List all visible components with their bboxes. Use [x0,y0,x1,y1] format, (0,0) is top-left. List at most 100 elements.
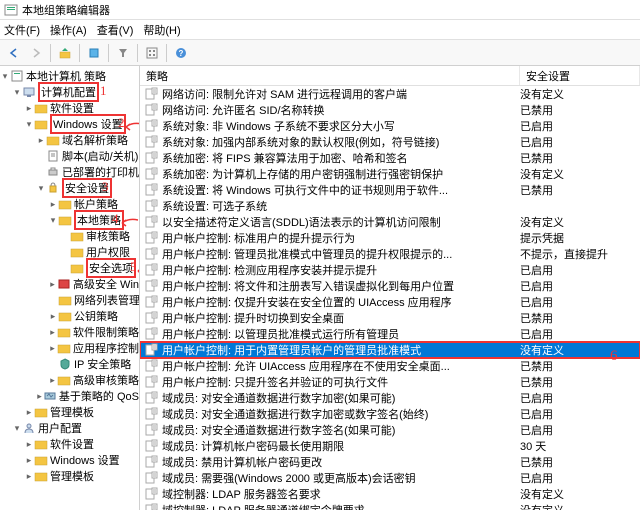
tree-name-resolution[interactable]: ▸ 域名解析策略 [0,132,139,148]
policy-item-icon [144,167,158,181]
policy-row[interactable]: 系统加密: 将 FIPS 兼容算法用于加密、哈希和签名 已禁用 [140,150,640,166]
policy-row[interactable]: 用户帐户控制: 将文件和注册表写入错误虚拟化到每用户位置 已启用 [140,278,640,294]
script-icon [46,149,60,163]
policy-row[interactable]: 用户帐户控制: 检测应用程序安装并提示提升 已启用 [140,262,640,278]
chevron-down-icon[interactable]: ▾ [12,87,22,98]
column-policy[interactable]: 策略 [140,66,520,85]
tree-app-control[interactable]: ▸ 应用程序控制 [0,340,139,356]
policy-row[interactable]: 用户帐户控制: 以管理员批准模式运行所有管理员 已启用 [140,326,640,342]
tree-security-options[interactable]: 安全选项 5 [0,260,139,276]
chevron-right-icon[interactable]: ▸ [48,343,57,354]
chevron-right-icon[interactable]: ▸ [48,311,58,322]
tree-user-software[interactable]: ▸ 软件设置 [0,436,139,452]
menu-view[interactable]: 查看(V) [97,22,134,38]
policy-row[interactable]: 网络访问: 限制允许对 SAM 进行远程调用的客户端 没有定义 [140,86,640,102]
filter-button[interactable] [113,43,133,63]
policy-row[interactable]: 网络访问: 允许匿名 SID/名称转换 已禁用 [140,102,640,118]
policy-row[interactable]: 系统对象: 非 Windows 子系统不要求区分大小写 已启用 [140,118,640,134]
tree-user-admin-templates[interactable]: ▸ 管理模板 [0,468,139,484]
tree-audit-policy[interactable]: 审核策略 [0,228,139,244]
policy-name: 用户帐户控制: 用于内置管理员帐户的管理员批准模式 [162,342,520,358]
policy-row[interactable]: 用户帐户控制: 管理员批准模式中管理员的提升权限提示的... 不提示，直接提升 [140,246,640,262]
tree-advanced-win[interactable]: ▸ 高级安全 Win [0,276,139,292]
export-button[interactable] [84,43,104,63]
chevron-right-icon[interactable]: ▸ [24,103,34,114]
policy-row[interactable]: 系统对象: 加强内部系统对象的默认权限(例如，符号链接) 已启用 [140,134,640,150]
menu-help[interactable]: 帮助(H) [143,22,180,38]
help-button[interactable]: ? [171,43,191,63]
chevron-right-icon[interactable]: ▸ [48,327,57,338]
policy-item-icon [144,455,158,469]
column-setting[interactable]: 安全设置 [520,66,640,85]
forward-button[interactable] [26,43,46,63]
list-body[interactable]: 网络访问: 限制允许对 SAM 进行远程调用的客户端 没有定义 网络访问: 允许… [140,86,640,510]
folder-icon [70,229,84,243]
tree-local-policies[interactable]: ▾ 本地策略 4 [0,212,139,228]
tree-public-key[interactable]: ▸ 公钥策略 [0,308,139,324]
policy-row[interactable]: 域成员: 计算机帐户密码最长使用期限 30 天 [140,438,640,454]
policy-setting: 30 天 [520,438,640,454]
up-button[interactable] [55,43,75,63]
tree-scripts[interactable]: 脚本(启动/关机) [0,148,139,164]
chevron-down-icon[interactable]: ▾ [24,119,34,130]
policy-row[interactable]: 用户帐户控制: 标准用户的提升提示行为 提示凭据 [140,230,640,246]
tree-computer-config[interactable]: ▾ 计算机配置 1 [0,84,139,100]
list-header: 策略 安全设置 [140,66,640,86]
chevron-right-icon[interactable]: ▸ [24,439,34,450]
chevron-right-icon[interactable]: ▸ [24,455,34,466]
policy-setting: 已禁用 [520,102,640,118]
tree-user-config[interactable]: ▾ 用户配置 [0,420,139,436]
chevron-down-icon[interactable]: ▾ [0,71,10,82]
folder-icon [34,437,48,451]
chevron-right-icon[interactable]: ▸ [24,471,34,482]
policy-row[interactable]: 域成员: 禁用计算机帐户密码更改 已禁用 [140,454,640,470]
policy-row[interactable]: 系统设置: 可选子系统 [140,198,640,214]
policy-row[interactable]: 域成员: 对安全通道数据进行数字签名(如果可能) 已启用 [140,422,640,438]
chevron-down-icon[interactable]: ▾ [12,423,22,434]
chevron-down-icon[interactable]: ▾ [48,215,58,226]
policy-row[interactable]: 用户帐户控制: 提升时切换到安全桌面 已禁用 [140,310,640,326]
tree-qos[interactable]: ▸ 基于策略的 QoS [0,388,139,404]
chevron-right-icon[interactable]: ▸ [36,135,46,146]
policy-row[interactable]: 域成员: 对安全通道数据进行数字加密(如果可能) 已启用 [140,390,640,406]
policy-row[interactable]: 用户帐户控制: 只提升签名并验证的可执行文件 已禁用 [140,374,640,390]
policy-setting: 已启用 [520,294,640,310]
policy-name: 域控制器: LDAP 服务器通道绑定令牌要求 [162,502,520,510]
tree-security-settings[interactable]: ▾ 安全设置 3 [0,180,139,196]
refresh-button[interactable] [142,43,162,63]
chevron-right-icon[interactable]: ▸ [48,375,57,386]
chevron-right-icon[interactable]: ▸ [48,279,57,290]
policy-row[interactable]: 用户帐户控制: 允许 UIAccess 应用程序在不使用安全桌面... 已禁用 [140,358,640,374]
policy-row[interactable]: 用户帐户控制: 仅提升安装在安全位置的 UIAccess 应用程序 已启用 [140,294,640,310]
tree-ip-security[interactable]: IP 安全策略 [0,356,139,372]
policy-icon [10,69,24,83]
policy-item-icon [144,199,158,213]
menu-action[interactable]: 操作(A) [50,22,87,38]
policy-row[interactable]: 域控制器: LDAP 服务器签名要求 没有定义 [140,486,640,502]
tree-software-restriction[interactable]: ▸ 软件限制策略 [0,324,139,340]
policy-row[interactable]: 用户帐户控制: 用于内置管理员帐户的管理员批准模式 没有定义 [140,342,640,358]
policy-setting: 已禁用 [520,358,640,374]
policy-name: 网络访问: 限制允许对 SAM 进行远程调用的客户端 [162,86,520,102]
tree-admin-templates[interactable]: ▸ 管理模板 [0,404,139,420]
chevron-right-icon[interactable]: ▸ [24,407,34,418]
annotation-4: 4 [112,211,119,227]
policy-row[interactable]: 系统设置: 将 Windows 可执行文件中的证书规则用于软件... 已禁用 [140,182,640,198]
chevron-right-icon[interactable]: ▸ [48,199,58,210]
chevron-down-icon[interactable]: ▾ [36,183,46,194]
policy-row[interactable]: 域成员: 对安全通道数据进行数字加密或数字签名(始终) 已启用 [140,406,640,422]
tree-advanced-audit[interactable]: ▸ 高级审核策略 [0,372,139,388]
tree-windows-settings[interactable]: ▾ Windows 设置 2 [0,116,139,132]
tree-user-windows[interactable]: ▸ Windows 设置 [0,452,139,468]
policy-row[interactable]: 系统加密: 为计算机上存储的用户密钥强制进行强密钥保护 没有定义 [140,166,640,182]
policy-setting: 已启用 [520,422,640,438]
back-button[interactable] [4,43,24,63]
chevron-right-icon[interactable]: ▸ [36,391,43,402]
policy-row[interactable]: 以安全描述符定义语言(SDDL)语法表示的计算机访问限制 没有定义 [140,214,640,230]
policy-item-icon [144,327,158,341]
policy-row[interactable]: 域控制器: LDAP 服务器通道绑定令牌要求 没有定义 [140,502,640,510]
tree-network-list[interactable]: 网络列表管理 [0,292,139,308]
menu-file[interactable]: 文件(F) [4,22,40,38]
policy-row[interactable]: 域成员: 需要强(Windows 2000 或更高版本)会话密钥 已启用 [140,470,640,486]
toolbar-separator [137,44,138,62]
